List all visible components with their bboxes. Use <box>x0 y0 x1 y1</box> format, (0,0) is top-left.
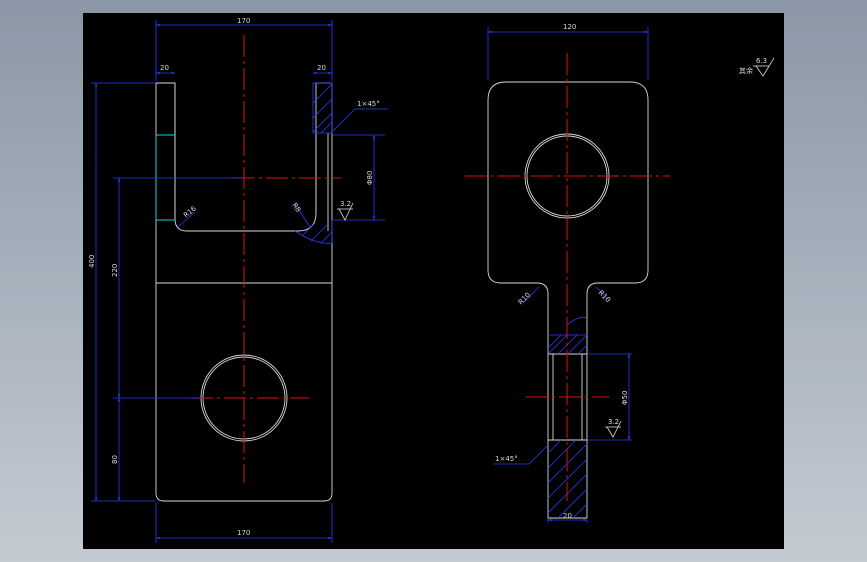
front-dim-bore-text: Φ80 <box>366 171 374 185</box>
side-dim-radius-left: R10 <box>517 286 540 306</box>
front-dim-top-width-text: 170 <box>237 17 250 25</box>
front-view: 170 20 20 1×45° Φ80 R16 R8 3.2 400 220 8… <box>88 17 388 543</box>
front-dim-radius-right: R8 <box>290 202 311 228</box>
side-view-outline <box>487 81 649 519</box>
cad-drawing-canvas[interactable]: 170 20 20 1×45° Φ80 R16 R8 3.2 400 220 8… <box>83 13 784 549</box>
side-view: 120 R10 R10 Φ50 3.2 1×45° 20 <box>465 23 670 523</box>
side-dim-top-width-text: 120 <box>563 23 576 31</box>
side-dim-radius-right-text: R10 <box>597 289 612 304</box>
front-dim-center-distance: 220 <box>111 177 243 399</box>
front-dim-radius-left: R16 <box>177 204 198 228</box>
side-dim-radius-right: R10 <box>595 286 612 304</box>
side-dim-chamfer-text: 1×45° <box>495 455 518 463</box>
front-dim-chamfer: 1×45° <box>332 100 388 132</box>
side-dim-chamfer: 1×45° <box>493 444 549 465</box>
side-dim-top-width: 120 <box>487 23 649 80</box>
front-roughness-symbol: 3.2 <box>337 200 354 221</box>
general-roughness-note: 其余 6.3 <box>739 57 775 77</box>
front-dim-lower-height-text: 80 <box>111 455 119 464</box>
front-hidden-edge <box>155 134 175 221</box>
general-roughness-value: 6.3 <box>756 57 767 65</box>
front-dim-overall-height-text: 400 <box>88 255 96 268</box>
front-dim-bottom-width-text: 170 <box>237 529 250 537</box>
front-dim-lower-height: 80 <box>111 397 121 502</box>
front-dim-radius-right-text: R8 <box>290 202 302 214</box>
cad-drawing: 170 20 20 1×45° Φ80 R16 R8 3.2 400 220 8… <box>88 17 775 543</box>
general-roughness-label: 其余 <box>739 66 753 75</box>
side-dim-radius-left-text: R10 <box>517 291 532 306</box>
side-dim-stem-width: 20 <box>547 512 588 523</box>
front-roughness-text: 3.2 <box>340 200 351 208</box>
side-roughness-symbol: 3.2 <box>605 418 622 438</box>
front-dim-left-prong-text: 20 <box>160 64 169 72</box>
front-dim-overall-height: 400 <box>88 82 156 502</box>
front-dim-right-prong-text: 20 <box>317 64 326 72</box>
front-dim-center-distance-text: 220 <box>111 264 119 277</box>
front-dim-chamfer-text: 1×45° <box>357 100 380 108</box>
side-dim-bore-text: Φ50 <box>621 391 629 405</box>
front-dim-radius-left-text: R16 <box>182 204 198 219</box>
front-dim-bottom-width: 170 <box>155 503 333 543</box>
side-roughness-text: 3.2 <box>608 418 619 426</box>
side-dim-stem-width-text: 20 <box>563 512 572 520</box>
